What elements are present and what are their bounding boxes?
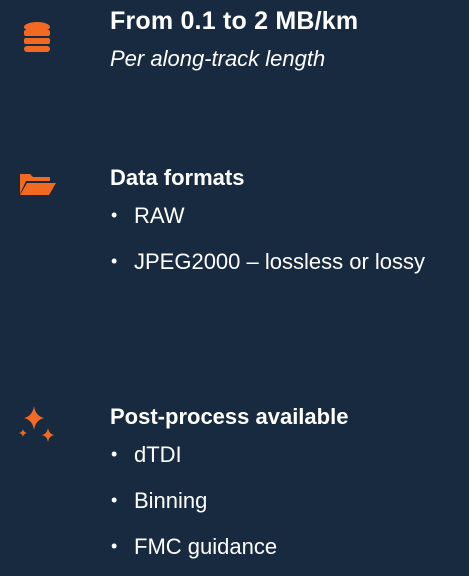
list-item: RAW bbox=[110, 199, 459, 232]
data-formats-title: Data formats bbox=[110, 165, 245, 190]
folder-open-icon bbox=[18, 164, 58, 204]
database-icon bbox=[18, 18, 58, 58]
post-process-title: Post-process available bbox=[110, 404, 349, 429]
sparkles-icon bbox=[18, 404, 58, 444]
data-formats-list: RAW JPEG2000 – lossless or lossy bbox=[110, 199, 459, 278]
list-item: FMC guidance bbox=[110, 530, 459, 563]
list-item: Binning bbox=[110, 484, 459, 517]
data-volume-title: From 0.1 to 2 MB/km bbox=[110, 7, 359, 35]
post-process-list: dTDI Binning FMC guidance bbox=[110, 438, 459, 563]
data-volume-subtitle: Per along-track length bbox=[110, 46, 326, 71]
list-item: JPEG2000 – lossless or lossy bbox=[110, 245, 459, 278]
list-item: dTDI bbox=[110, 438, 459, 471]
